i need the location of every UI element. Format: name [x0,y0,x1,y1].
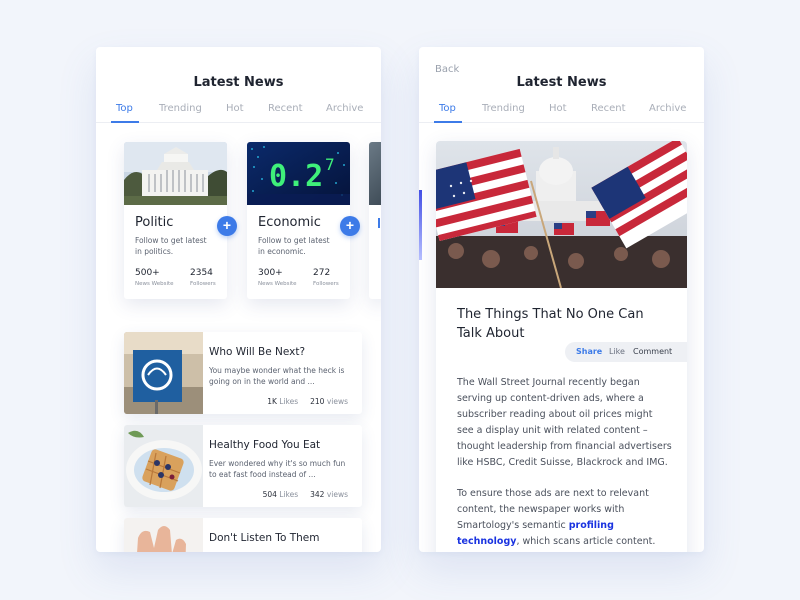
views-count: 342 [310,490,325,499]
views-label: views [326,397,348,406]
stat-followers: 272 Followers [313,268,339,287]
stat-label: News Website [258,281,297,287]
stat-value: 300+ [258,268,283,278]
stat-value: 272 [313,268,331,278]
share-button[interactable]: Share [576,347,602,356]
news-title: Healthy Food You Eat [209,439,321,451]
article-action-bar: Share Like Comment [565,342,687,362]
scroll-indicator [419,190,422,260]
article-paragraph: To ensure those ads are next to relevant… [457,486,672,550]
category-title: Economic [258,215,321,230]
likes-label: Likes [279,490,299,499]
stat-label: Followers [313,281,339,287]
stat-value: 500+ [135,268,160,278]
tab-top[interactable]: Top [116,103,133,123]
likes-count: 504 [262,490,277,499]
paragraph-text: , which scans article content. [516,536,656,547]
back-button[interactable]: Back [435,64,459,75]
tab-hot[interactable]: Hot [226,103,244,123]
article-paragraph: The Wall Street Journal recently began s… [457,377,672,468]
tab-bar: Top Trending Hot Recent Archive [419,103,704,123]
tab-bar: Top Trending Hot Recent Archive [96,103,381,123]
news-thumbnail-hand [124,518,203,552]
category-card-politic[interactable]: Politic Follow to get latest in politics… [124,142,227,299]
stat-label: Followers [190,281,216,287]
stat-value: 2354 [190,268,213,278]
news-thumbnail-waffle [124,425,203,507]
tab-top[interactable]: Top [439,103,456,123]
stock-ticker-image: 0.2 7 [247,142,350,205]
active-tab-indicator [111,121,139,123]
stat-news-websites: 500+ News Website [135,268,174,287]
article-card: The Things That No One Can Talk About Sh… [436,141,687,552]
news-home-screen: Latest News Top Trending Hot Recent Arch… [96,47,381,552]
article-screen: Back Latest News Top Trending Hot Recent… [419,47,704,552]
views-count: 210 [310,397,325,406]
tab-archive[interactable]: Archive [649,103,686,123]
category-title: Politic [135,215,174,230]
tab-trending[interactable]: Trending [482,103,525,123]
article-body: The Wall Street Journal recently began s… [457,375,672,552]
paragraph-text: To ensure those ads are next to relevant… [457,488,649,531]
tab-trending[interactable]: Trending [159,103,202,123]
views-label: views [326,490,348,499]
svg-text:7: 7 [325,155,335,174]
category-description: Follow to get latest in politics. [135,236,207,256]
news-item[interactable]: Don't Listen To Them [124,518,362,552]
news-meta: 1K Likes 210 views [267,397,348,406]
tab-recent[interactable]: Recent [268,103,303,123]
svg-text:0.2: 0.2 [269,159,323,194]
like-button[interactable]: Like [609,347,625,356]
likes-count: 1K [267,397,277,406]
tab-archive[interactable]: Archive [326,103,363,123]
news-meta: 504 Likes 342 views [263,490,348,499]
follow-economic-button[interactable]: + [340,216,360,236]
comment-button[interactable]: Comment [633,347,672,356]
white-house-image [124,142,227,205]
stat-label: News Website [135,281,174,287]
news-item[interactable]: Healthy Food You Eat Ever wondered why i… [124,425,362,507]
news-thumbnail-sign [124,332,203,414]
news-description: You maybe wonder what the heck is going … [209,366,345,386]
tab-hot[interactable]: Hot [549,103,567,123]
category-card-partial[interactable] [369,142,381,299]
tab-recent[interactable]: Recent [591,103,626,123]
news-title: Who Will Be Next? [209,346,306,358]
flags-capitol-image [436,141,687,288]
article-title: The Things That No One Can Talk About [457,307,644,341]
page-title: Latest News [516,75,607,90]
follow-politic-button[interactable]: + [217,216,237,236]
news-description: Ever wondered why it's so much fun to ea… [209,459,346,479]
category-description: Follow to get latest in economic. [258,236,330,256]
news-item[interactable]: Who Will Be Next? You maybe wonder what … [124,332,362,414]
category-card-economic[interactable]: 0.2 7 Economic Follow to get latest in e… [247,142,350,299]
news-title: Don't Listen To Them [209,532,320,544]
likes-label: Likes [279,397,299,406]
stat-news-websites: 300+ News Website [258,268,297,287]
active-tab-indicator [434,121,462,123]
page-title: Latest News [193,75,284,90]
stat-followers: 2354 Followers [190,268,216,287]
